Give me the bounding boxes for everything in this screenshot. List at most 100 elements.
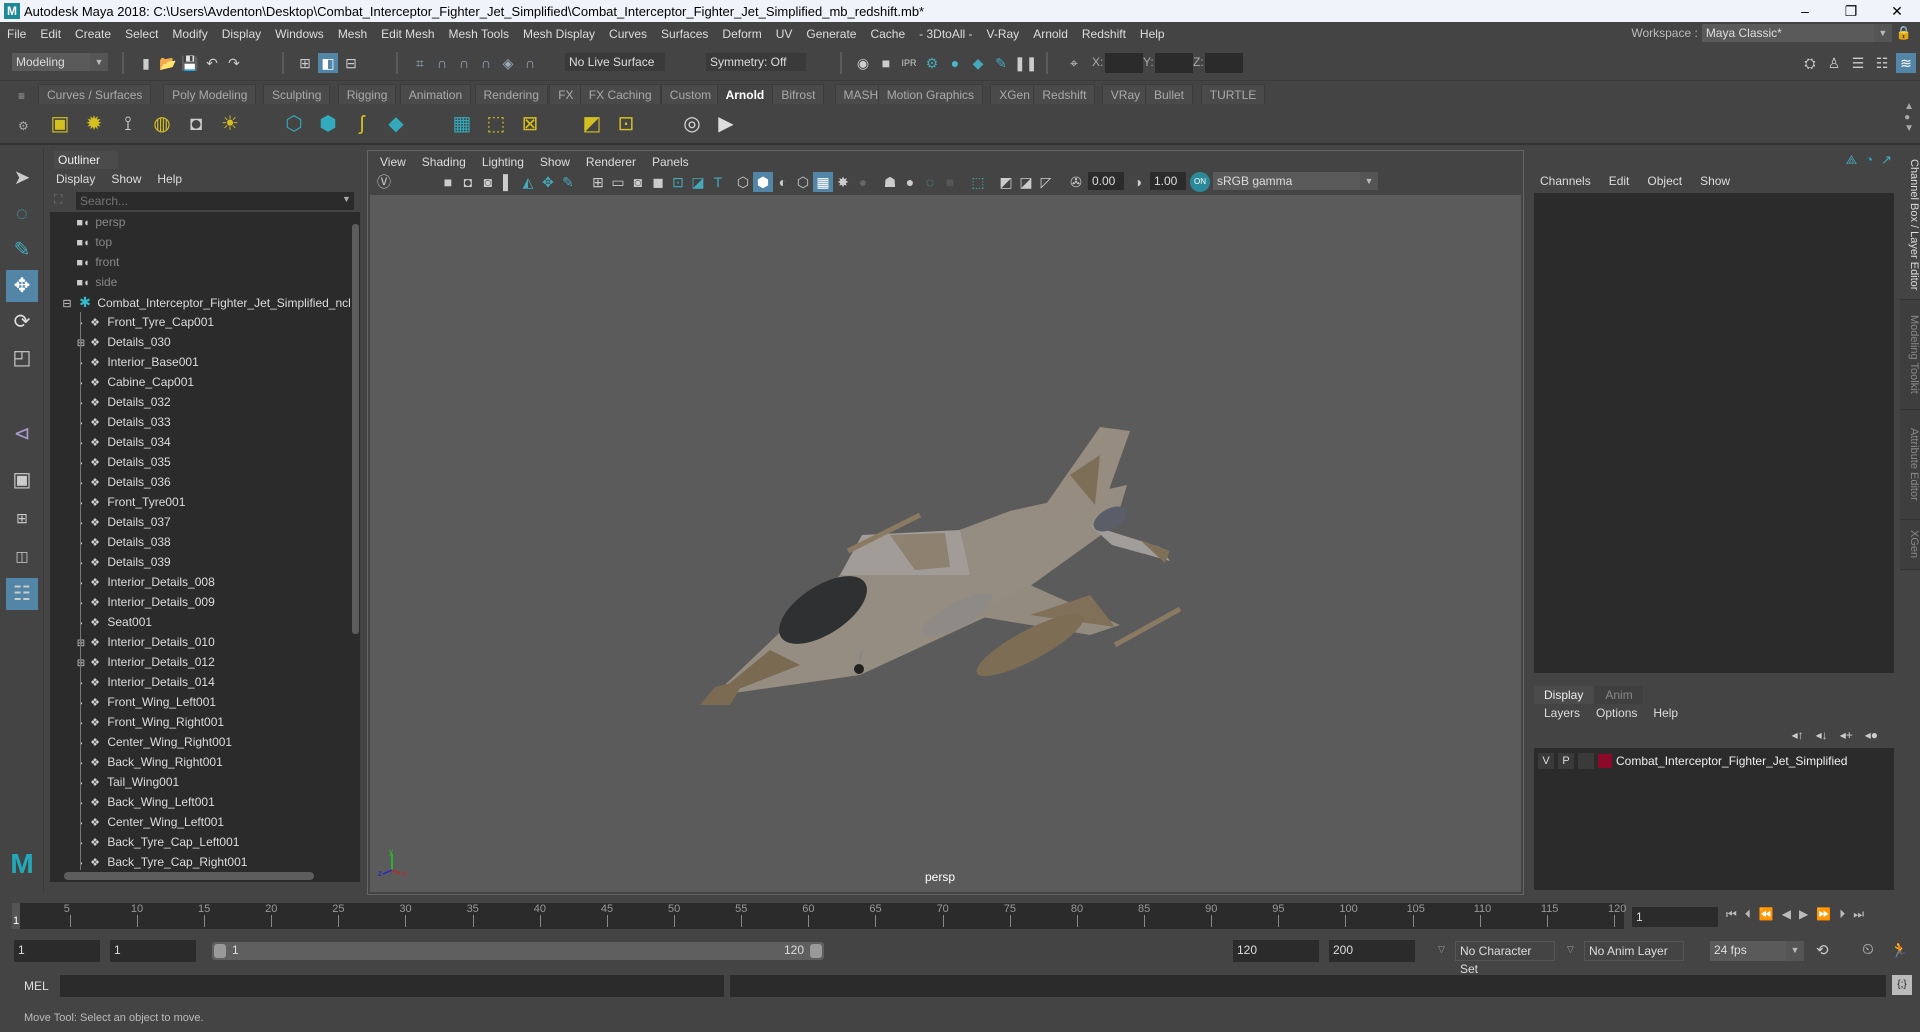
move-layer-up-icon[interactable]: ◂↑ — [1792, 728, 1804, 742]
menu-file[interactable]: File — [0, 27, 33, 41]
menu-edit-mesh[interactable]: Edit Mesh — [374, 27, 441, 41]
use-all-lights-icon[interactable]: ✸ — [833, 172, 853, 192]
outliner-item[interactable]: ⊞ ❖ Interior_Details_012 — [50, 652, 215, 672]
outliner-item-camera-persp[interactable]: ■◖ persp — [50, 212, 125, 232]
le-menu-options[interactable]: Options — [1596, 706, 1637, 720]
snap-live-icon[interactable]: ◈ — [498, 53, 518, 73]
snap-grid-icon[interactable]: ⌗ — [410, 53, 430, 73]
save-scene-icon[interactable]: 💾 — [180, 53, 200, 73]
shelf-tab-vray[interactable]: VRay — [1101, 84, 1150, 104]
layer-color-swatch[interactable] — [1598, 754, 1612, 768]
bookmark-icon[interactable]: ▌ — [498, 172, 518, 192]
shelf-tab-motion-graphics[interactable]: Motion Graphics — [877, 84, 984, 104]
shelf-tab-curves-surfaces[interactable]: Curves / Surfaces — [38, 84, 152, 104]
chevron-down-icon[interactable]: ▽ — [1438, 944, 1445, 955]
play-forwards-icon[interactable]: ▶ — [1799, 907, 1808, 922]
standin-export-icon[interactable]: ⬢ — [314, 109, 342, 139]
snapshot-icon[interactable]: ◙ — [478, 172, 498, 192]
outliner-item[interactable]: • ❖ Interior_Details_009 — [50, 592, 215, 612]
render-setup-icon[interactable]: ◆ — [968, 53, 988, 73]
menu-display[interactable]: Display — [215, 27, 268, 41]
cb-menu-edit[interactable]: Edit — [1609, 174, 1630, 188]
cb-menu-channels[interactable]: Channels — [1540, 174, 1591, 188]
ipr-render-icon[interactable]: IPR — [899, 53, 919, 73]
layer-name[interactable]: Combat_Interceptor_Fighter_Jet_Simplifie… — [1616, 754, 1847, 768]
outliner-item[interactable]: • ❖ Details_038 — [50, 532, 171, 552]
playback-start-field[interactable]: 1 — [110, 940, 196, 962]
gate-mask-icon[interactable]: ◼ — [648, 172, 668, 192]
outliner-item[interactable]: • ❖ Front_Wing_Left001 — [50, 692, 216, 712]
select-object-icon[interactable]: ◧ — [318, 53, 338, 73]
depth-of-field-icon[interactable]: ■ — [940, 172, 960, 192]
color-management-toggle[interactable]: ON — [1190, 172, 1210, 192]
wireframe-icon[interactable]: ⬡ — [733, 172, 753, 192]
scrollbar-thumb[interactable] — [64, 872, 314, 880]
paint-select-tool-icon[interactable]: ✎ — [6, 234, 38, 266]
speed-icon[interactable]: ◔ — [1865, 152, 1873, 168]
exposure-field[interactable]: 0.00 — [1088, 172, 1124, 190]
lock-camera-icon[interactable]: ◘ — [458, 172, 478, 192]
tx-manager-icon[interactable]: ⊠ — [516, 109, 544, 139]
motion-blur-icon[interactable]: ● — [900, 172, 920, 192]
select-tool-icon[interactable]: ➤ — [6, 162, 38, 194]
human-ik-icon[interactable]: ♙ — [1824, 53, 1844, 73]
z-field[interactable] — [1205, 53, 1243, 73]
chevron-down-icon[interactable]: ▼ — [342, 194, 351, 204]
tool-settings-icon[interactable]: ☷ — [1872, 53, 1892, 73]
safe-action-icon[interactable]: ◪ — [688, 172, 708, 192]
viewport-canvas[interactable]: y x z persp — [370, 195, 1521, 892]
flush-textures-icon[interactable]: ⬚ — [482, 109, 510, 139]
layer-row[interactable]: V P Combat_Interceptor_Fighter_Jet_Simpl… — [1538, 752, 1847, 770]
light-portal-icon[interactable]: ◘ — [182, 109, 210, 139]
four-view-icon[interactable]: ⊞ — [6, 502, 38, 534]
menu-cache[interactable]: Cache — [863, 27, 912, 41]
select-camera-icon[interactable]: Ⓥ — [374, 172, 394, 192]
expand-icon[interactable]: ⊞ — [76, 334, 86, 354]
outliner-menu-help[interactable]: Help — [157, 172, 182, 186]
outliner-item[interactable]: • ❖ Details_037 — [50, 512, 171, 532]
shelf-tab-sculpting[interactable]: Sculpting — [263, 84, 331, 104]
layer-playback-toggle[interactable]: P — [1558, 753, 1574, 769]
outliner-item[interactable]: • ❖ Details_039 — [50, 552, 171, 572]
command-input[interactable] — [60, 975, 724, 997]
menu-windows[interactable]: Windows — [268, 27, 331, 41]
safe-title-icon[interactable]: T — [708, 172, 728, 192]
outliner-item[interactable]: • ❖ Back_Tyre_Cap_Left001 — [50, 832, 240, 852]
loop-icon[interactable]: ⟲ — [1816, 941, 1829, 959]
anti-aliasing-icon[interactable]: ◌ — [920, 172, 940, 192]
start-time-field[interactable]: 1 — [14, 940, 100, 962]
render-sequence-icon[interactable]: ▶ — [712, 109, 740, 139]
menu-redshift[interactable]: Redshift — [1075, 27, 1133, 41]
outliner-item[interactable]: • ❖ Details_032 — [50, 392, 171, 412]
isolate-select-icon[interactable]: ⬚ — [968, 172, 988, 192]
menu-surfaces[interactable]: Surfaces — [654, 27, 715, 41]
step-back-frame-icon[interactable]: ⏴ — [1745, 907, 1751, 922]
outliner-item[interactable]: • ❖ Center_Wing_Right001 — [50, 732, 233, 752]
menu-uv[interactable]: UV — [769, 27, 800, 41]
outliner-item[interactable]: • ❖ Details_036 — [50, 472, 171, 492]
operator-set-icon[interactable]: ◩ — [578, 109, 606, 139]
shelf-tab-arnold[interactable]: Arnold — [716, 84, 774, 104]
outliner-item-camera-side[interactable]: ■◖ side — [50, 272, 117, 292]
shelf-tab-fx[interactable]: FX — [549, 84, 583, 104]
expand-icon[interactable]: ⊞ — [76, 654, 86, 674]
resolution-gate-icon[interactable]: ◙ — [628, 172, 648, 192]
vp-menu-lighting[interactable]: Lighting — [474, 153, 532, 171]
grid-icon[interactable]: ⊞ — [588, 172, 608, 192]
step-back-key-icon[interactable]: ⏪ — [1759, 907, 1774, 922]
shadows-icon[interactable]: ● — [853, 172, 873, 192]
menu-create[interactable]: Create — [68, 27, 118, 41]
snap-point-icon[interactable]: ∩ — [454, 53, 474, 73]
open-scene-icon[interactable]: 📂 — [158, 53, 178, 73]
smooth-shade-icon[interactable]: ⬢ — [753, 172, 773, 192]
expand-icon[interactable]: ⊞ — [76, 634, 86, 654]
live-surface-field[interactable]: No Live Surface — [565, 53, 665, 71]
outliner-search-input[interactable] — [76, 192, 354, 210]
outliner-vertical-scrollbar[interactable] — [350, 212, 360, 870]
outliner-item[interactable]: • ❖ Back_Wing_Left001 — [50, 792, 215, 812]
side-tab-modeling-toolkit[interactable]: Modeling Toolkit — [1900, 300, 1920, 410]
play-backwards-icon[interactable]: ◀ — [1782, 907, 1791, 922]
outliner-item[interactable]: • ❖ Front_Wing_Right001 — [50, 712, 224, 732]
character-set-dropdown[interactable]: No Character Set — [1455, 941, 1555, 976]
menu-curves[interactable]: Curves — [602, 27, 654, 41]
